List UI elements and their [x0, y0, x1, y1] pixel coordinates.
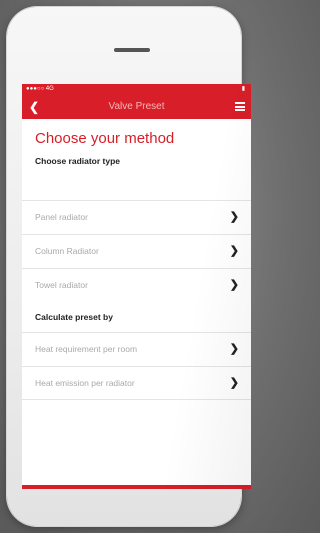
chevron-right-icon: ❯ — [229, 343, 239, 355]
status-bar: ●●●○○ 4G ▮ — [22, 84, 251, 95]
phone-speaker — [114, 48, 150, 52]
list-item-label: Heat requirement per room — [35, 344, 138, 354]
section-radiator-type: Choose radiator type — [35, 156, 121, 166]
list-item-label: Heat emission per radiator — [35, 378, 135, 388]
battery-icon: ▮ — [241, 86, 245, 92]
list-item-heat-emission[interactable]: Heat emission per radiator ❯ — [22, 366, 251, 400]
chevron-right-icon: ❯ — [229, 377, 239, 389]
menu-button[interactable] — [235, 102, 245, 111]
page-title: Choose your method — [35, 130, 175, 147]
nav-title: Valve Preset — [108, 101, 165, 112]
chevron-right-icon: ❯ — [229, 211, 239, 223]
list-item-label: Panel radiator — [35, 212, 88, 222]
list-item-heat-requirement[interactable]: Heat requirement per room ❯ — [22, 332, 251, 366]
list-item-label: Towel radiator — [35, 280, 88, 290]
list-item-column-radiator[interactable]: Column Radiator ❯ — [22, 234, 251, 268]
chevron-right-icon: ❯ — [229, 279, 239, 291]
nav-bar: ❮ Valve Preset — [22, 95, 251, 119]
list-item-towel-radiator[interactable]: Towel radiator ❯ — [22, 268, 251, 302]
carrier-signal: ●●●○○ 4G — [26, 86, 54, 92]
chevron-right-icon: ❯ — [229, 245, 239, 257]
list-item-panel-radiator[interactable]: Panel radiator ❯ — [22, 200, 251, 234]
list-item-label: Column Radiator — [35, 246, 99, 256]
bottom-accent-bar — [22, 485, 251, 489]
hamburger-icon — [235, 102, 245, 104]
phone-frame: ●●●○○ 4G ▮ ❮ Valve Preset Choose your me… — [7, 7, 251, 526]
section-calculate-preset: Calculate preset by — [35, 312, 113, 322]
app-screen: ●●●○○ 4G ▮ ❮ Valve Preset Choose your me… — [22, 84, 251, 489]
